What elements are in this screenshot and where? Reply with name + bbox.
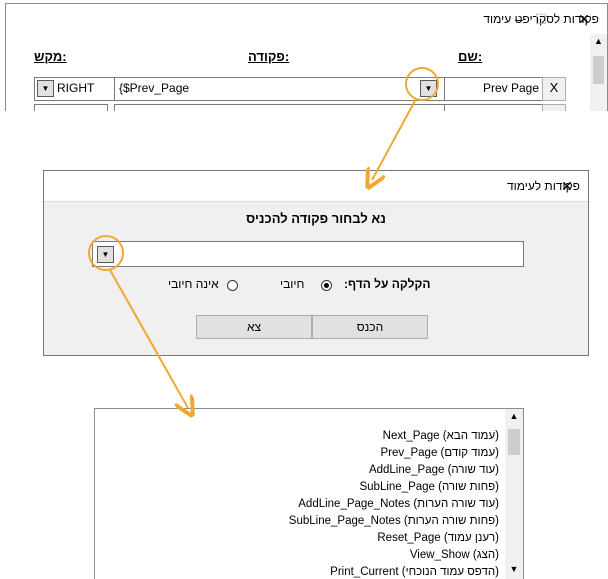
arrow-1 (372, 98, 417, 180)
arrow-2 (109, 269, 188, 408)
connector-arrows (109, 98, 417, 579)
